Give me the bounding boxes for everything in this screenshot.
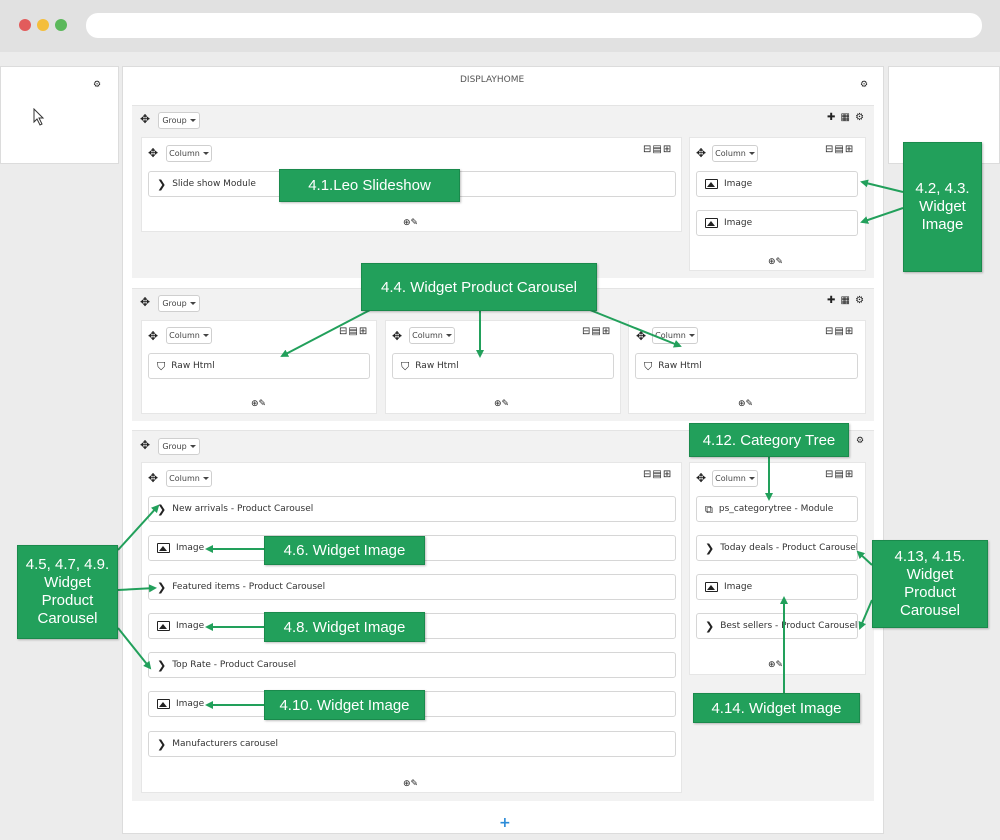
add-edit-icons[interactable]: ⊕✎ xyxy=(251,400,266,409)
group-dropdown[interactable]: Group xyxy=(158,295,200,312)
callout-widget-image-4-10: 4.10. Widget Image xyxy=(264,690,425,720)
module-raw-html[interactable]: ⛉ Raw Html xyxy=(148,353,370,379)
image-icon xyxy=(705,582,718,592)
url-bar[interactable] xyxy=(86,13,982,38)
move-icon[interactable]: ✥ xyxy=(696,147,706,159)
module-today-deals[interactable]: ❯ Today deals - Product Carousel xyxy=(696,535,858,561)
caret-down-icon xyxy=(189,119,196,122)
image-icon xyxy=(157,621,170,631)
module-category-tree[interactable]: ⧉ ps_categorytree - Module xyxy=(696,496,858,522)
caret-down-icon xyxy=(189,445,196,448)
group-dropdown[interactable]: Group xyxy=(158,438,200,455)
callout-product-carousel-left: 4.5, 4.7, 4.9. Widget Product Carousel xyxy=(17,545,118,639)
callout-widget-image-4-6: 4.6. Widget Image xyxy=(264,536,425,565)
module-best-sellers[interactable]: ❯ Best sellers - Product Carousel xyxy=(696,613,858,639)
module-new-arrivals[interactable]: ❯ New arrivals - Product Carousel xyxy=(148,496,676,522)
html5-icon: ⛉ xyxy=(157,359,166,373)
module-top-rate[interactable]: ❯ Top Rate - Product Carousel xyxy=(148,652,676,678)
column-toolbar-icons[interactable]: ⊟▤⊞ xyxy=(582,327,611,337)
column-dropdown[interactable]: Column xyxy=(166,470,212,487)
module-image[interactable]: Image xyxy=(696,171,858,197)
chevron-right-icon: ❯ xyxy=(157,580,167,594)
column-toolbar-icons[interactable]: ⊟▤⊞ xyxy=(825,145,854,155)
chevron-right-icon: ❯ xyxy=(705,619,715,633)
image-icon xyxy=(705,218,718,228)
caret-down-icon xyxy=(688,334,695,337)
settings-icon[interactable]: ⚙ xyxy=(93,81,101,90)
mouse-cursor-icon xyxy=(33,108,45,126)
column-toolbar-icons[interactable]: ⊟▤⊞ xyxy=(825,470,854,480)
copy-icon: ⧉ xyxy=(705,502,713,516)
module-raw-html[interactable]: ⛉ Raw Html xyxy=(635,353,858,379)
add-edit-icons[interactable]: ⊕✎ xyxy=(738,400,753,409)
callout-leo-slideshow: 4.1.Leo Slideshow xyxy=(279,169,460,202)
html5-icon: ⛉ xyxy=(401,359,410,373)
column-dropdown[interactable]: Column xyxy=(712,470,758,487)
column-3-2 xyxy=(689,462,866,675)
chevron-right-icon: ❯ xyxy=(157,502,167,516)
column-dropdown[interactable]: Column xyxy=(166,145,212,162)
column-toolbar-icons[interactable]: ⊟▤⊞ xyxy=(643,145,672,155)
caret-down-icon xyxy=(202,477,209,480)
column-toolbar-icons[interactable]: ⊟▤⊞ xyxy=(339,327,368,337)
column-toolbar-icons[interactable]: ⊟▤⊞ xyxy=(643,470,672,480)
chevron-right-icon: ❯ xyxy=(157,177,167,191)
column-toolbar-icons[interactable]: ⊟▤⊞ xyxy=(825,327,854,337)
left-hook-panel xyxy=(0,66,119,164)
module-raw-html[interactable]: ⛉ Raw Html xyxy=(392,353,614,379)
module-image[interactable]: Image xyxy=(696,574,858,600)
html5-icon: ⛉ xyxy=(644,359,653,373)
module-featured-items[interactable]: ❯ Featured items - Product Carousel xyxy=(148,574,676,600)
callout-widget-image-4-14: 4.14. Widget Image xyxy=(693,693,860,723)
add-group-button[interactable]: + xyxy=(499,815,511,831)
column-dropdown[interactable]: Column xyxy=(712,145,758,162)
caret-down-icon xyxy=(202,152,209,155)
caret-down-icon xyxy=(445,334,452,337)
image-icon xyxy=(157,699,170,709)
callout-widget-image-4-8: 4.8. Widget Image xyxy=(264,612,425,642)
callout-category-tree: 4.12. Category Tree xyxy=(689,423,849,457)
move-icon[interactable]: ✥ xyxy=(696,472,706,484)
column-dropdown[interactable]: Column xyxy=(652,327,698,344)
group-dropdown[interactable]: Group xyxy=(158,112,200,129)
module-image[interactable]: Image xyxy=(696,210,858,236)
caret-down-icon xyxy=(748,477,755,480)
move-icon[interactable]: ✥ xyxy=(140,113,150,125)
settings-icon[interactable]: ⚙ xyxy=(860,81,868,90)
add-edit-icons[interactable]: ⊕✎ xyxy=(494,400,509,409)
image-icon xyxy=(157,543,170,553)
move-icon[interactable]: ✥ xyxy=(392,330,402,342)
move-icon[interactable]: ✥ xyxy=(148,147,158,159)
column-dropdown[interactable]: Column xyxy=(166,327,212,344)
add-edit-icons[interactable]: ⊕✎ xyxy=(768,661,783,670)
group-toolbar-icons[interactable]: ✚ ▦ ⚙ xyxy=(827,296,865,306)
caret-down-icon xyxy=(189,302,196,305)
callout-product-carousel-right: 4.13, 4.15. Widget Product Carousel xyxy=(872,540,988,628)
settings-icon[interactable]: ⚙ xyxy=(856,437,864,446)
column-dropdown[interactable]: Column xyxy=(409,327,455,344)
caret-down-icon xyxy=(202,334,209,337)
add-edit-icons[interactable]: ⊕✎ xyxy=(768,258,783,267)
group-toolbar-icons[interactable]: ✚ ▦ ⚙ xyxy=(827,113,865,123)
close-window-dot[interactable] xyxy=(19,19,31,31)
hook-title: DISPLAYHOME xyxy=(460,75,525,85)
chevron-right-icon: ❯ xyxy=(157,658,167,672)
move-icon[interactable]: ✥ xyxy=(148,330,158,342)
move-icon[interactable]: ✥ xyxy=(636,330,646,342)
move-icon[interactable]: ✥ xyxy=(148,472,158,484)
chevron-right-icon: ❯ xyxy=(705,541,715,555)
chevron-right-icon: ❯ xyxy=(157,737,167,751)
maximize-window-dot[interactable] xyxy=(55,19,67,31)
caret-down-icon xyxy=(748,152,755,155)
callout-product-carousel-4-4: 4.4. Widget Product Carousel xyxy=(361,263,597,311)
move-icon[interactable]: ✥ xyxy=(140,296,150,308)
move-icon[interactable]: ✥ xyxy=(140,439,150,451)
callout-widget-image-4-2: 4.2, 4.3. Widget Image xyxy=(903,142,982,272)
minimize-window-dot[interactable] xyxy=(37,19,49,31)
module-manufacturers[interactable]: ❯ Manufacturers carousel xyxy=(148,731,676,757)
add-edit-icons[interactable]: ⊕✎ xyxy=(403,780,418,789)
image-icon xyxy=(705,179,718,189)
add-edit-icons[interactable]: ⊕✎ xyxy=(403,219,418,228)
